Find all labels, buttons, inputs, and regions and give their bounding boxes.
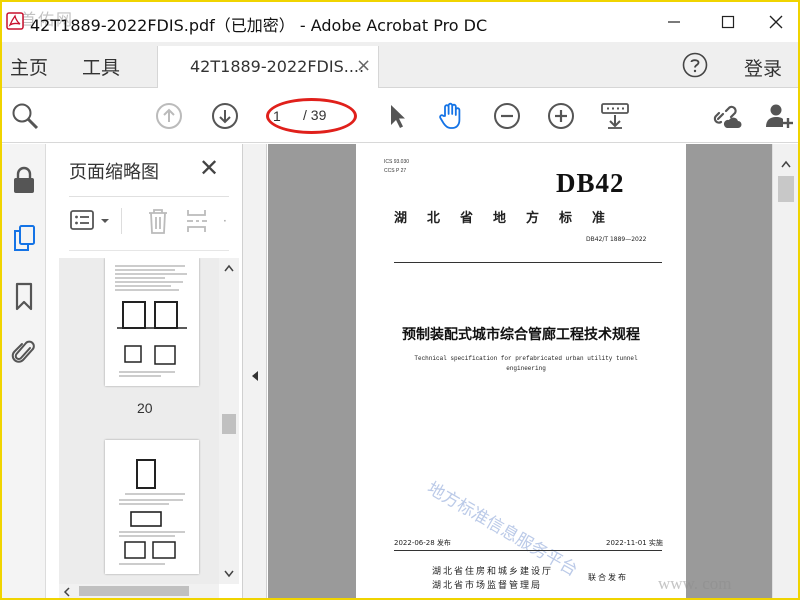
panel-collapse-bar[interactable]: [243, 144, 267, 598]
ccs-text: CCS P 27: [384, 168, 407, 174]
page-thumbnails-panel: 页面缩略图 ✕ · 20: [47, 144, 243, 598]
minimize-icon: [668, 21, 680, 23]
hand-icon: [439, 102, 461, 129]
bookmarks-button[interactable]: [8, 280, 40, 312]
maximize-button[interactable]: [708, 8, 748, 36]
share-link-button[interactable]: [712, 101, 742, 131]
panel-divider: [69, 196, 229, 197]
zoom-in-button[interactable]: [546, 101, 576, 131]
scroll-mode-button[interactable]: [600, 101, 630, 131]
collapse-left-icon[interactable]: [251, 370, 259, 382]
page-thumbnails-button[interactable]: [8, 222, 40, 254]
close-tab-icon[interactable]: ×: [356, 55, 371, 76]
pages-icon: [14, 225, 35, 251]
document-title-cn: 预制装配式城市综合管廊工程技术规程: [402, 327, 640, 343]
horizontal-scroll-thumb[interactable]: [79, 586, 189, 596]
red-annotation-oval: [266, 98, 357, 134]
standard-level: 湖北省地方标准: [394, 211, 626, 226]
arrow-down-circle-icon: [212, 103, 238, 129]
add-user-button[interactable]: [764, 101, 794, 131]
paperclip-icon: [11, 340, 35, 363]
standard-code: DB42/T 1889—2022: [586, 236, 647, 243]
minimize-button[interactable]: [654, 8, 694, 36]
scroll-up-icon[interactable]: [224, 264, 234, 272]
arrow-up-circle-icon: [156, 103, 182, 129]
plus-circle-icon: [548, 103, 574, 129]
help-icon[interactable]: [682, 52, 708, 78]
ics-code: ICS 93.030 CCS P 27: [384, 158, 409, 176]
left-navigation-rail: [2, 144, 46, 598]
panel-divider-2: [69, 250, 229, 251]
tab-tools[interactable]: 工具: [82, 53, 120, 80]
scroll-up-icon[interactable]: [781, 160, 791, 168]
thumbnail-page-number: 20: [137, 400, 153, 416]
thumbnail-preview-drawing: [119, 459, 185, 565]
footer-rule: [394, 550, 662, 551]
window-title: 42T1889-2022FDIS.pdf（已加密） - Adobe Acroba…: [30, 16, 488, 35]
close-window-button[interactable]: [756, 8, 796, 36]
next-page-button[interactable]: [210, 101, 240, 131]
login-button[interactable]: 登录: [744, 54, 782, 81]
previous-page-button[interactable]: [154, 101, 184, 131]
trash-icon[interactable]: [145, 206, 171, 236]
close-icon: [769, 15, 783, 29]
more-options-icon[interactable]: ·: [223, 214, 227, 228]
document-tab-label: 42T1889-2022FDIS....: [190, 57, 365, 76]
security-panel-button[interactable]: [8, 164, 40, 196]
thumbnail-preview-drawing: [115, 265, 187, 377]
acrobat-app-icon: [6, 12, 24, 30]
tab-bar: 主页 工具 42T1889-2022FDIS.... × 登录: [2, 42, 798, 88]
scroll-thumb[interactable]: [222, 414, 236, 434]
close-panel-icon[interactable]: ✕: [199, 154, 219, 182]
tab-document[interactable]: 42T1889-2022FDIS.... ×: [157, 46, 379, 88]
pdf-page-1: ICS 93.030 CCS P 27 DB42 湖北省地方标准 DB42/T 1…: [356, 144, 686, 598]
page-thumbnail-21[interactable]: [105, 440, 199, 574]
thumbnails-vertical-scrollbar[interactable]: [219, 258, 239, 584]
effective-date: 2022-11-01 实施: [606, 539, 663, 547]
issue-date: 2022-06-28 发布: [394, 539, 451, 547]
thumbnails-scroll-area[interactable]: 20: [59, 258, 219, 584]
scroll-down-icon[interactable]: [224, 570, 234, 578]
joint-issue-label: 联合发布: [588, 573, 628, 582]
tab-home[interactable]: 主页: [10, 53, 48, 80]
scroll-left-icon[interactable]: [63, 587, 71, 597]
select-tool-button[interactable]: [382, 101, 412, 131]
minus-circle-icon: [494, 103, 520, 129]
bookmark-icon: [15, 282, 33, 311]
acrobat-window: 首佑网 42T1889-2022FDIS.pdf（已加密） - Adobe Ac…: [2, 2, 798, 598]
issuer-2: 湖北省市场监督管理局: [432, 581, 543, 591]
page-thumbnail-20[interactable]: [105, 258, 199, 386]
keyboard-scroll-icon: [601, 103, 629, 129]
standard-prefix: DB42: [556, 168, 625, 198]
document-title-en: Technical specification for prefabricate…: [414, 355, 638, 372]
lock-icon: [14, 166, 34, 193]
title-bar: 首佑网 42T1889-2022FDIS.pdf（已加密） - Adobe Ac…: [2, 2, 798, 42]
issuer-1: 湖北省住房和城乡建设厅: [432, 567, 554, 577]
add-user-icon: [766, 104, 793, 128]
panel-toolbar: ·: [69, 204, 239, 238]
maximize-icon: [721, 15, 735, 29]
header-rule: [394, 262, 662, 263]
attachments-button[interactable]: [8, 336, 40, 368]
thumbnails-horizontal-scrollbar[interactable]: [59, 584, 219, 598]
search-button[interactable]: [10, 101, 40, 131]
panel-title: 页面缩略图: [69, 162, 159, 183]
hand-tool-button[interactable]: [436, 101, 466, 131]
ics-text: ICS 93.030: [384, 159, 410, 165]
link-cloud-icon: [713, 105, 742, 128]
search-icon: [12, 103, 39, 130]
main-toolbar: / 39: [2, 89, 798, 143]
document-vertical-scrollbar[interactable]: [772, 144, 798, 598]
thumbnail-options-icon[interactable]: [69, 208, 117, 234]
toolbar-divider: [121, 208, 122, 234]
zoom-out-button[interactable]: [492, 101, 522, 131]
site-url-watermark: www. com: [658, 574, 732, 593]
insert-pages-icon[interactable]: [185, 206, 211, 236]
cursor-arrow-icon: [391, 105, 405, 128]
document-scroll-thumb[interactable]: [778, 176, 794, 202]
document-viewport[interactable]: ICS 93.030 CCS P 27 DB42 湖北省地方标准 DB42/T 1…: [268, 144, 772, 598]
